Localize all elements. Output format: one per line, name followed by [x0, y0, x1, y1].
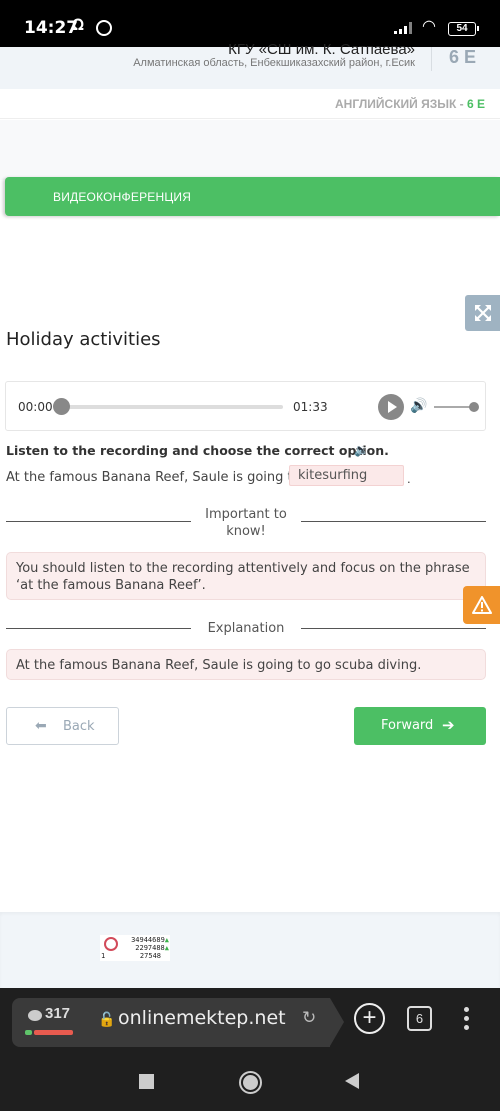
plus-icon: + — [362, 1004, 377, 1031]
important-label-line1: Important to — [205, 507, 287, 522]
wifi-icon: ◠ — [422, 18, 436, 35]
subject-class: 6 Е — [466, 97, 485, 111]
seek-bar[interactable] — [61, 405, 283, 409]
volume-icon[interactable]: 🔊 — [410, 397, 427, 414]
counter-value: 27548 — [139, 952, 161, 960]
fullscreen-button[interactable] — [465, 295, 500, 331]
new-tab-button[interactable]: + — [354, 1003, 385, 1034]
counter-row: 27548 — [140, 952, 161, 960]
subject-title[interactable]: АНГЛИЙСКИЙ ЯЗЫК - 6 Е — [335, 97, 485, 111]
chat-count: 317 — [45, 1005, 71, 1022]
up-arrow-icon: ▲ — [164, 944, 169, 952]
back-nav-icon[interactable] — [345, 1073, 359, 1089]
duration: 01:33 — [293, 400, 328, 414]
page-footer — [0, 912, 500, 988]
exercise-sentence: At the famous Banana Reef, Saule is goin… — [6, 470, 321, 485]
exercise-instruction: Listen to the recording and choose the c… — [6, 443, 389, 458]
arrow-left-icon: ⬅ — [35, 718, 47, 734]
school-name: КГУ «СШ им. К. Сатпаева» — [228, 41, 415, 58]
important-note: You should listen to the recording atten… — [6, 552, 486, 600]
progress-indicator-green — [25, 1030, 32, 1035]
counter-value: 34944689 — [131, 936, 165, 944]
headset-icon: 𝛀 — [72, 17, 84, 34]
battery-icon: 54 — [448, 22, 479, 36]
lesson-title: Holiday activities — [6, 329, 161, 350]
expand-icon — [474, 305, 491, 321]
school-class: 6 Е — [449, 47, 477, 67]
audio-player: 00:00 01:33 🔊 — [5, 381, 486, 431]
chat-counter[interactable]: 317 — [28, 1005, 70, 1022]
arrow-right-icon: ➔ — [442, 716, 455, 734]
back-button[interactable]: ⬅ Back — [6, 707, 119, 745]
important-label: Important to know! — [196, 506, 296, 540]
signal-icon — [394, 22, 414, 34]
divider-line — [6, 628, 191, 629]
forward-label: Forward — [381, 718, 434, 733]
report-problem-button[interactable] — [463, 586, 500, 624]
videoconference-button[interactable]: ВИДЕОКОНФЕРЕНЦИЯ — [5, 177, 500, 216]
progress-indicator-red — [34, 1030, 73, 1035]
header-divider — [431, 47, 432, 71]
status-bar: 14:27 𝛀 ◠ 54 — [0, 0, 500, 47]
up-arrow-icon: ▲ — [164, 936, 169, 944]
counter-logo-icon — [104, 937, 118, 951]
explanation-note: At the famous Banana Reef, Saule is goin… — [6, 649, 486, 680]
page-background — [0, 120, 500, 180]
dot-icon — [464, 1025, 469, 1030]
counter-row: 2297488▲ — [135, 944, 169, 952]
reload-icon[interactable]: ↻ — [302, 1008, 316, 1028]
videoconference-label: ВИДЕОКОНФЕРЕНЦИЯ — [53, 190, 192, 204]
explanation-label: Explanation — [207, 621, 285, 636]
unlock-icon[interactable]: 🔓 — [98, 1011, 115, 1028]
subject-bar: АНГЛИЙСКИЙ ЯЗЫК - 6 Е — [0, 89, 500, 119]
home-icon[interactable] — [239, 1071, 262, 1094]
subject-name: АНГЛИЙСКИЙ ЯЗЫК - — [335, 97, 467, 111]
dot-icon — [464, 1016, 469, 1021]
volume-slider[interactable] — [434, 406, 474, 408]
school-header: КГУ «СШ им. К. Сатпаева» Алматинская обл… — [0, 41, 500, 89]
url-text[interactable]: onlinemektep.net — [118, 1007, 286, 1029]
divider-line — [301, 628, 486, 629]
seek-handle[interactable] — [53, 398, 70, 415]
divider-line — [301, 521, 486, 522]
counter-left-number: 1 — [101, 952, 106, 960]
whatsapp-icon — [96, 20, 112, 36]
sentence-end: . — [407, 471, 411, 486]
status-time: 14:27 — [24, 18, 79, 38]
dot-icon — [464, 1007, 469, 1012]
warning-icon — [471, 596, 492, 614]
counter-value: 2297488 — [135, 944, 165, 952]
school-address: Алматинская область, Енбекшиказахский ра… — [133, 57, 415, 69]
forward-button[interactable]: Forward ➔ — [354, 707, 486, 745]
play-button[interactable] — [378, 394, 404, 420]
visit-counter[interactable]: 1 34944689▲ 2297488▲ 27548 — [100, 935, 170, 961]
important-label-line2: know! — [226, 524, 266, 539]
divider-line — [6, 521, 191, 522]
recents-icon[interactable] — [139, 1074, 154, 1089]
tabs-button[interactable]: 6 — [407, 1006, 432, 1031]
answer-field[interactable]: kitesurfing — [289, 465, 404, 486]
back-label: Back — [63, 719, 95, 734]
menu-button[interactable] — [464, 1007, 470, 1034]
current-time: 00:00 — [18, 400, 53, 414]
volume-handle[interactable] — [469, 402, 479, 412]
counter-row: 34944689▲ — [131, 936, 169, 944]
speaker-icon[interactable]: 🔉 — [354, 443, 369, 457]
